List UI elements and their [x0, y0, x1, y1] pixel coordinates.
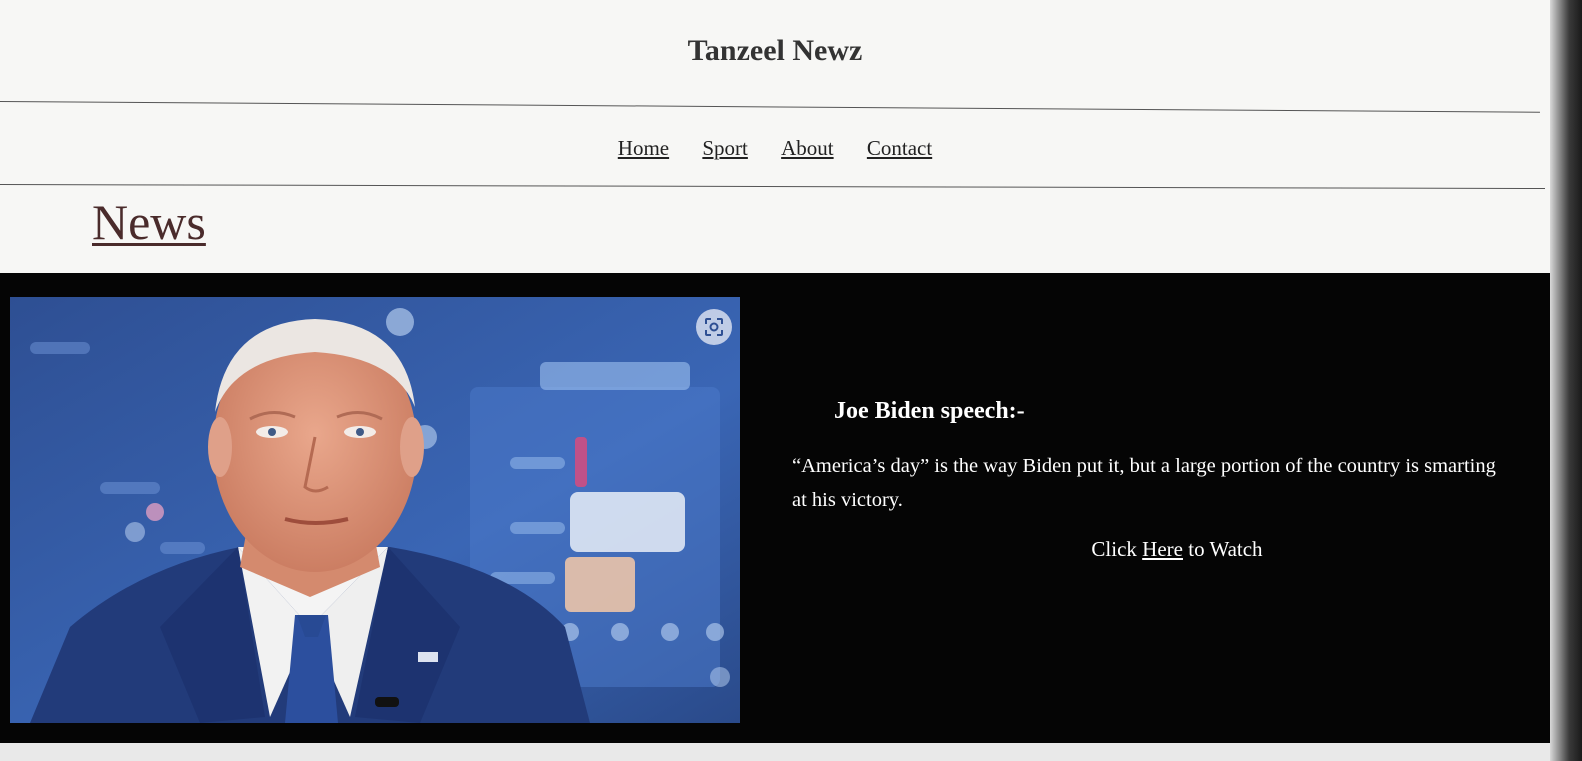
- main-nav: Home Sport About Contact: [0, 136, 1550, 161]
- lens-scan-button[interactable]: [696, 309, 732, 345]
- lens-scan-icon: [705, 318, 723, 336]
- article-card: Joe Biden speech:- “America’s day” is th…: [0, 273, 1550, 743]
- article-body: “America’s day” is the way Biden put it,…: [792, 455, 1496, 511]
- section-heading: News: [92, 194, 206, 250]
- page: Tanzeel Newz Home Sport About Contact Ne…: [0, 0, 1550, 761]
- article-title: Joe Biden speech:-: [834, 398, 1025, 424]
- header-divider: [0, 101, 1540, 113]
- article-text: Joe Biden speech:- “America’s day” is th…: [792, 398, 1512, 562]
- cta-prefix: Click: [1091, 537, 1143, 561]
- nav-divider: [0, 184, 1545, 190]
- person-photo-icon: [10, 297, 740, 723]
- site-title: Tanzeel Newz: [687, 34, 863, 67]
- window-edge: [1550, 0, 1582, 761]
- nav-about-link[interactable]: About: [781, 136, 834, 160]
- nav-sport-link[interactable]: Sport: [702, 136, 748, 160]
- article-cta: Click Here to Watch: [792, 537, 1562, 562]
- page-footer-strip: [0, 743, 1550, 761]
- nav-home-link[interactable]: Home: [618, 136, 669, 160]
- nav-contact-link[interactable]: Contact: [867, 136, 932, 160]
- article-image[interactable]: [10, 297, 740, 723]
- cta-suffix: to Watch: [1182, 537, 1263, 561]
- watch-here-link[interactable]: Here: [1142, 537, 1183, 561]
